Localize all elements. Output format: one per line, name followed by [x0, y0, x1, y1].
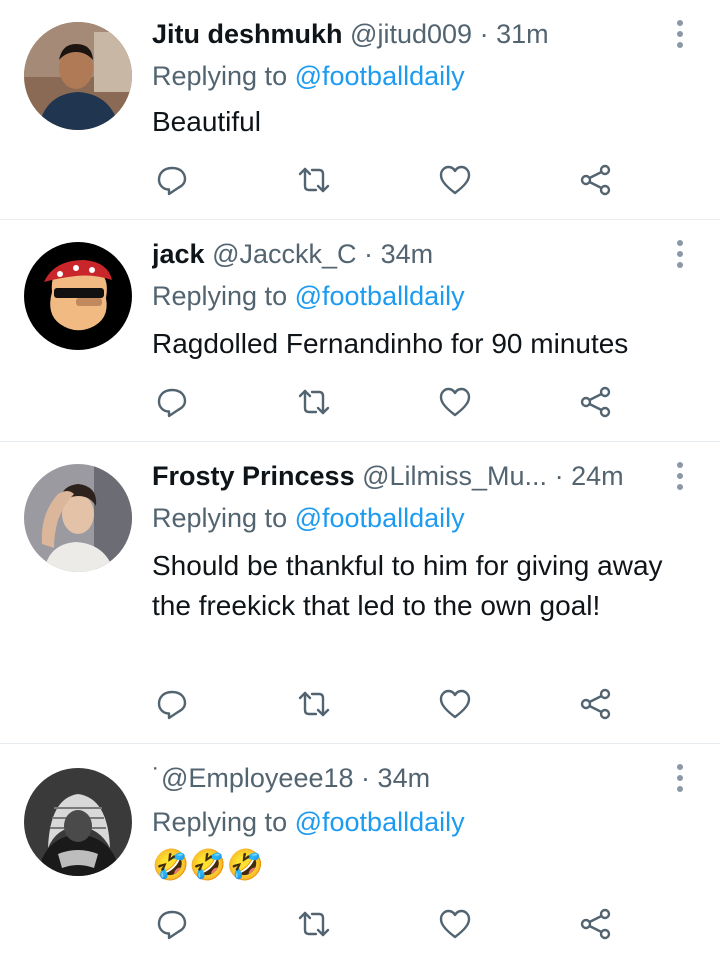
tweet-text: 🤣🤣🤣	[152, 849, 265, 882]
replying-to-label: Replying to	[152, 503, 288, 533]
more-options-icon[interactable]	[668, 760, 692, 796]
display-name[interactable]: jack	[152, 239, 205, 269]
like-icon[interactable]	[437, 686, 473, 722]
share-icon[interactable]	[578, 384, 614, 420]
separator-dot: ·	[479, 19, 489, 49]
display-name[interactable]: Frosty Princess	[152, 461, 355, 491]
avatar[interactable]	[24, 768, 132, 876]
retweet-icon[interactable]	[296, 906, 332, 942]
user-handle[interactable]: @jitud009	[350, 19, 472, 49]
mention-link[interactable]: @footballdaily	[295, 61, 465, 91]
replying-to-label: Replying to	[152, 807, 288, 837]
tweet-3[interactable]: Frosty Princess @Lilmiss_Mu... · 24m Rep…	[0, 442, 720, 744]
tweet-header: ˙@Employeee18 · 34m	[152, 760, 660, 796]
share-icon[interactable]	[578, 162, 614, 198]
tweet-text: Beautiful	[152, 106, 261, 137]
separator-dot: ·	[554, 461, 564, 491]
user-handle[interactable]: @Jacckk_C	[212, 239, 356, 269]
more-options-icon[interactable]	[668, 236, 692, 272]
retweet-icon[interactable]	[296, 384, 332, 420]
tweet-header: jack @Jacckk_C · 34m	[152, 236, 660, 272]
mention-link[interactable]: @footballdaily	[295, 807, 465, 837]
more-options-icon[interactable]	[668, 458, 692, 494]
replying-to: Replying to @footballdaily	[152, 500, 465, 536]
tweet-text: Should be thankful to him for giving awa…	[152, 550, 663, 621]
tweet-header: Jitu deshmukh @jitud009 · 31m	[152, 16, 660, 52]
reply-icon[interactable]	[154, 686, 190, 722]
replying-to-label: Replying to	[152, 281, 288, 311]
timestamp[interactable]: 34m	[381, 239, 434, 269]
replying-to: Replying to @footballdaily	[152, 804, 465, 840]
tweet-header: Frosty Princess @Lilmiss_Mu... · 24m	[152, 458, 660, 494]
reply-icon[interactable]	[154, 384, 190, 420]
like-icon[interactable]	[437, 906, 473, 942]
separator-dot: ·	[361, 763, 371, 793]
replying-to-label: Replying to	[152, 61, 288, 91]
user-handle[interactable]: ˙@Employeee18	[152, 763, 354, 793]
tweet-1[interactable]: Jitu deshmukh @jitud009 · 31m Replying t…	[0, 0, 720, 220]
separator-dot: ·	[364, 239, 374, 269]
mention-link[interactable]: @footballdaily	[295, 503, 465, 533]
more-options-icon[interactable]	[668, 16, 692, 52]
avatar[interactable]	[24, 242, 132, 350]
replying-to: Replying to @footballdaily	[152, 278, 465, 314]
reply-icon[interactable]	[154, 906, 190, 942]
display-name[interactable]: Jitu deshmukh	[152, 19, 343, 49]
tweet-2[interactable]: jack @Jacckk_C · 34m Replying to @footba…	[0, 220, 720, 442]
like-icon[interactable]	[437, 162, 473, 198]
mention-link[interactable]: @footballdaily	[295, 281, 465, 311]
retweet-icon[interactable]	[296, 686, 332, 722]
tweet-text: Ragdolled Fernandinho for 90 minutes	[152, 328, 629, 359]
replying-to: Replying to @footballdaily	[152, 58, 465, 94]
timestamp[interactable]: 24m	[571, 461, 624, 491]
timestamp[interactable]: 34m	[378, 763, 431, 793]
like-icon[interactable]	[437, 384, 473, 420]
user-handle[interactable]: @Lilmiss_Mu...	[362, 461, 547, 491]
retweet-icon[interactable]	[296, 162, 332, 198]
avatar[interactable]	[24, 22, 132, 130]
avatar[interactable]	[24, 464, 132, 572]
reply-icon[interactable]	[154, 162, 190, 198]
tweet-4[interactable]: ˙@Employeee18 · 34m Replying to @footbal…	[0, 744, 720, 959]
share-icon[interactable]	[578, 906, 614, 942]
timestamp[interactable]: 31m	[496, 19, 549, 49]
share-icon[interactable]	[578, 686, 614, 722]
